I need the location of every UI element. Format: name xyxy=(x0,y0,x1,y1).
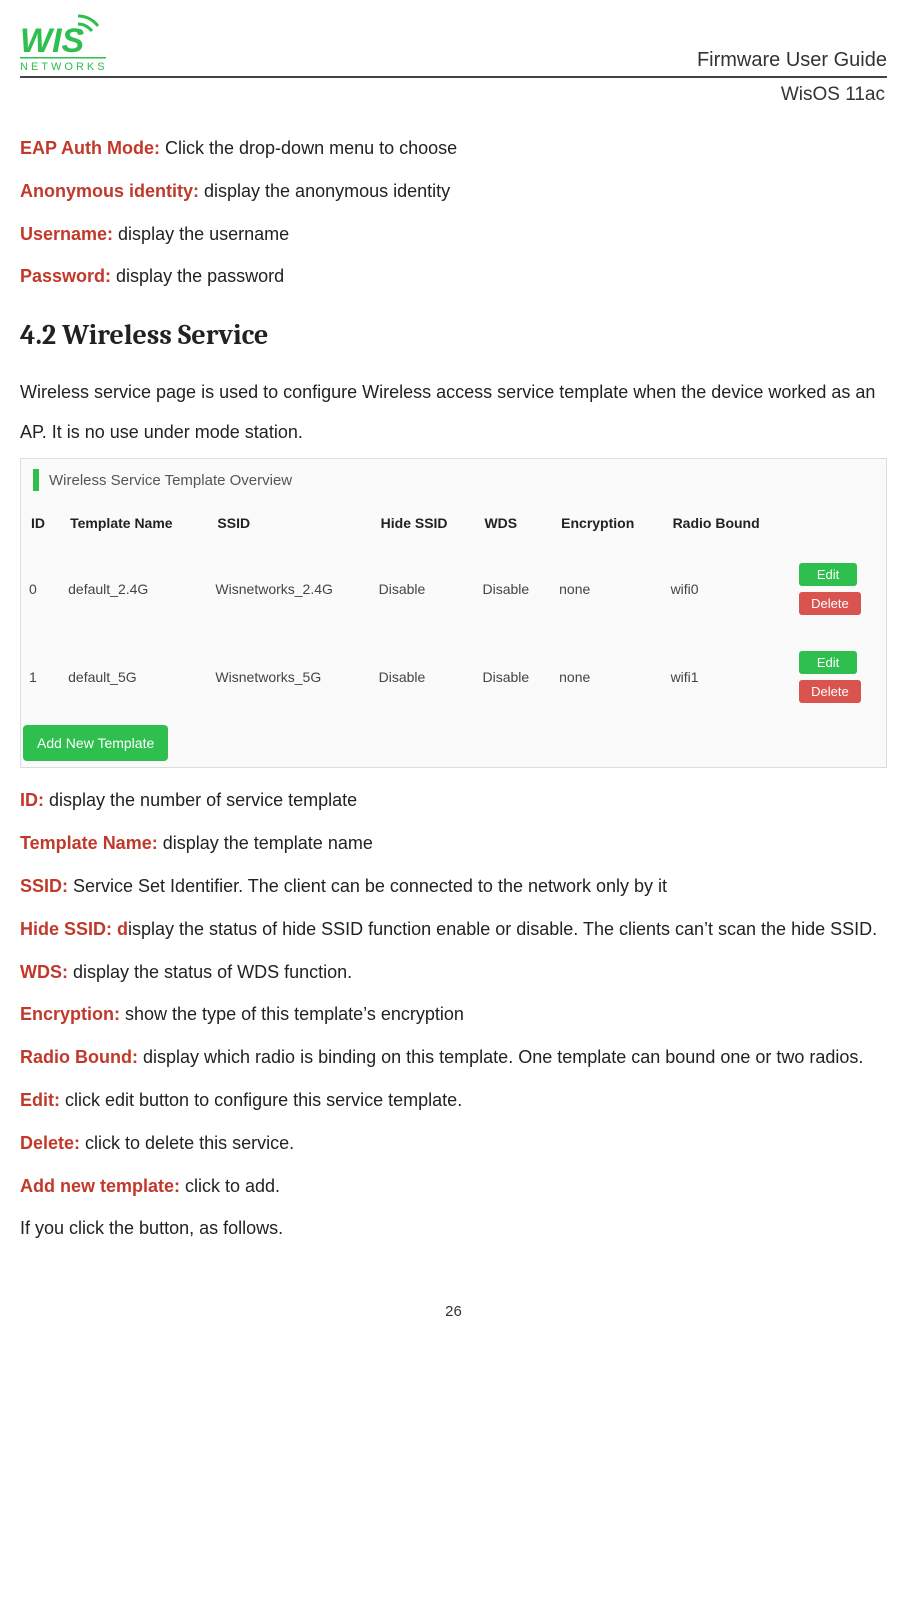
edit-button[interactable]: Edit xyxy=(799,563,857,586)
add-new-template-button[interactable]: Add New Template xyxy=(23,725,168,761)
cell-wds: Disable xyxy=(474,633,551,721)
def-desc: Service Set Identifier. The client can b… xyxy=(68,876,667,896)
delete-button[interactable]: Delete xyxy=(799,680,861,703)
col-template-name: Template Name xyxy=(60,505,207,545)
bottom-definitions: ID: display the number of service templa… xyxy=(20,786,887,1200)
def-desc: click to delete this service. xyxy=(80,1133,294,1153)
def-line: Password: display the password xyxy=(20,262,887,291)
def-desc: display the status of WDS function. xyxy=(68,962,352,982)
def-term: EAP Auth Mode: xyxy=(20,138,160,158)
col-wds: WDS xyxy=(474,505,551,545)
def-desc: click to add. xyxy=(180,1176,280,1196)
def-term: Delete: xyxy=(20,1133,80,1153)
cell-actions: Edit Delete xyxy=(791,545,886,633)
def-desc: click edit button to configure this serv… xyxy=(60,1090,462,1110)
cell-radio-bound[interactable]: wifi1 xyxy=(663,633,792,721)
col-encryption: Encryption xyxy=(551,505,662,545)
def-desc: display the number of service template xyxy=(44,790,357,810)
closing-line: If you click the button, as follows. xyxy=(20,1214,887,1243)
add-bar: Add New Template xyxy=(21,721,886,767)
cell-radio-bound[interactable]: wifi0 xyxy=(663,545,792,633)
cell-hide-ssid: Disable xyxy=(371,545,475,633)
def-desc: display the username xyxy=(113,224,289,244)
section-heading: 4.2 Wireless Service xyxy=(20,319,887,351)
def-desc: display the password xyxy=(111,266,284,286)
col-hide-ssid: Hide SSID xyxy=(371,505,475,545)
svg-text:WIS: WIS xyxy=(20,22,85,60)
intro-paragraph: Wireless service page is used to configu… xyxy=(20,373,887,452)
def-line: EAP Auth Mode: Click the drop-down menu … xyxy=(20,134,887,163)
col-id: ID xyxy=(21,505,60,545)
def-term: WDS: xyxy=(20,962,68,982)
def-term: Username: xyxy=(20,224,113,244)
wisnetworks-logo-icon: WIS NETWORKS xyxy=(20,10,110,72)
def-term: Radio Bound: xyxy=(20,1047,138,1067)
def-line: Hide SSID: display the status of hide SS… xyxy=(20,915,887,944)
def-term: Template Name: xyxy=(20,833,158,853)
def-line: Delete: click to delete this service. xyxy=(20,1129,887,1158)
cell-template-name: default_5G xyxy=(60,633,207,721)
def-desc: display the anonymous identity xyxy=(199,181,450,201)
def-desc: display the template name xyxy=(158,833,373,853)
delete-button[interactable]: Delete xyxy=(799,592,861,615)
def-term: Encryption: xyxy=(20,1004,120,1024)
def-term: Anonymous identity: xyxy=(20,181,199,201)
cell-encryption: none xyxy=(551,545,662,633)
top-definitions: EAP Auth Mode: Click the drop-down menu … xyxy=(20,134,887,291)
cell-id: 0 xyxy=(21,545,60,633)
def-line: Edit: click edit button to configure thi… xyxy=(20,1086,887,1115)
wireless-service-panel: Wireless Service Template Overview ID Te… xyxy=(20,458,887,768)
def-term: Add new template: xyxy=(20,1176,180,1196)
page-number: 26 xyxy=(20,1303,887,1320)
def-term: SSID: xyxy=(20,876,68,896)
table-row: 0 default_2.4G Wisnetworks_2.4G Disable … xyxy=(21,545,886,633)
logo: WIS NETWORKS xyxy=(20,10,110,72)
def-line: Add new template: click to add. xyxy=(20,1172,887,1201)
col-actions xyxy=(791,505,886,545)
def-term: Password: xyxy=(20,266,111,286)
edit-button[interactable]: Edit xyxy=(799,651,857,674)
cell-ssid: Wisnetworks_2.4G xyxy=(207,545,370,633)
def-line: Template Name: display the template name xyxy=(20,829,887,858)
table-row: 1 default_5G Wisnetworks_5G Disable Disa… xyxy=(21,633,886,721)
cell-wds: Disable xyxy=(474,545,551,633)
col-ssid: SSID xyxy=(207,505,370,545)
table-header-row: ID Template Name SSID Hide SSID WDS Encr… xyxy=(21,505,886,545)
cell-id: 1 xyxy=(21,633,60,721)
doc-subtitle: WisOS 11ac xyxy=(20,84,887,106)
cell-template-name: default_2.4G xyxy=(60,545,207,633)
doc-title: Firmware User Guide xyxy=(697,49,887,72)
col-radio-bound: Radio Bound xyxy=(663,505,792,545)
panel-title: Wireless Service Template Overview xyxy=(49,472,292,489)
svg-text:NETWORKS: NETWORKS xyxy=(20,61,108,72)
cell-hide-ssid: Disable xyxy=(371,633,475,721)
def-line: Username: display the username xyxy=(20,220,887,249)
def-line: Radio Bound: display which radio is bind… xyxy=(20,1043,887,1072)
def-desc: display which radio is binding on this t… xyxy=(138,1047,863,1067)
def-line: ID: display the number of service templa… xyxy=(20,786,887,815)
accent-bar-icon xyxy=(33,469,39,491)
def-desc: Click the drop-down menu to choose xyxy=(160,138,457,158)
def-line: WDS: display the status of WDS function. xyxy=(20,958,887,987)
def-term: Hide SSID: d xyxy=(20,919,128,939)
cell-encryption: none xyxy=(551,633,662,721)
template-table: ID Template Name SSID Hide SSID WDS Encr… xyxy=(21,505,886,721)
def-desc: isplay the status of hide SSID function … xyxy=(128,919,877,939)
def-term: Edit: xyxy=(20,1090,60,1110)
def-term: ID: xyxy=(20,790,44,810)
panel-title-row: Wireless Service Template Overview xyxy=(21,459,886,505)
def-line: SSID: Service Set Identifier. The client… xyxy=(20,872,887,901)
page-header: WIS NETWORKS Firmware User Guide xyxy=(20,10,887,78)
def-desc: show the type of this template’s encrypt… xyxy=(120,1004,464,1024)
cell-ssid: Wisnetworks_5G xyxy=(207,633,370,721)
cell-actions: Edit Delete xyxy=(791,633,886,721)
def-line: Anonymous identity: display the anonymou… xyxy=(20,177,887,206)
def-line: Encryption: show the type of this templa… xyxy=(20,1000,887,1029)
